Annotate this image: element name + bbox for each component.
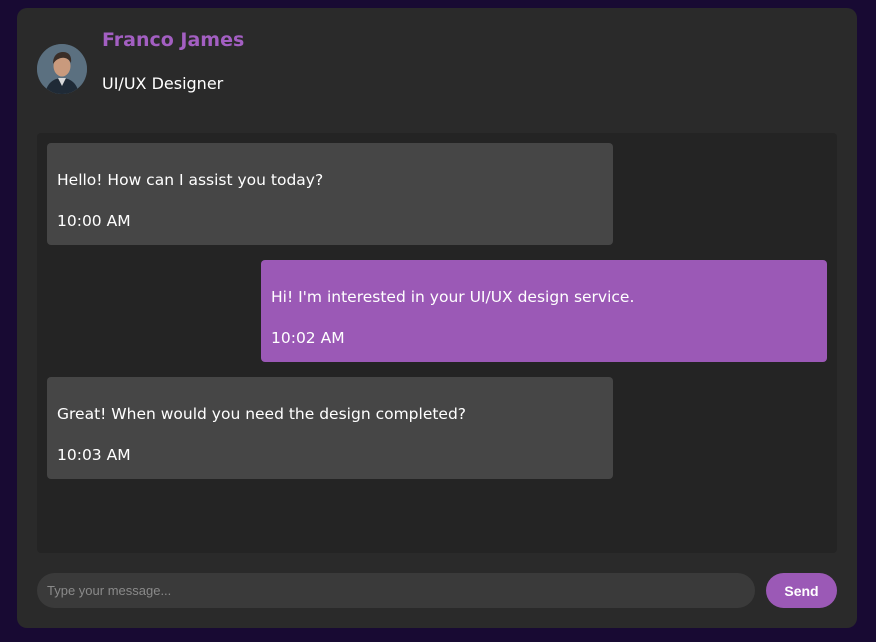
message-bubble-received: Hello! How can I assist you today? 10:00…: [47, 143, 613, 245]
message-bubble-received: Great! When would you need the design co…: [47, 377, 613, 479]
chat-window: Franco James UI/UX Designer Hello! How c…: [17, 8, 857, 628]
message-composer: Send: [37, 573, 837, 608]
message-text: Hello! How can I assist you today?: [57, 171, 324, 189]
message-timestamp: 10:00 AM: [57, 212, 131, 230]
message-input[interactable]: [37, 573, 755, 608]
message-timestamp: 10:03 AM: [57, 446, 131, 464]
message-bubble-sent: Hi! I'm interested in your UI/UX design …: [261, 260, 827, 362]
person-avatar-icon: [37, 44, 87, 94]
message-timestamp: 10:02 AM: [271, 329, 345, 347]
contact-name: Franco James: [102, 29, 245, 51]
message-text: Hi! I'm interested in your UI/UX design …: [271, 288, 635, 306]
avatar: [37, 44, 87, 94]
message-list[interactable]: Hello! How can I assist you today? 10:00…: [37, 133, 837, 553]
send-button[interactable]: Send: [766, 573, 837, 608]
chat-header: Franco James UI/UX Designer: [37, 28, 837, 118]
message-text: Great! When would you need the design co…: [57, 405, 467, 423]
contact-role: UI/UX Designer: [102, 74, 224, 93]
